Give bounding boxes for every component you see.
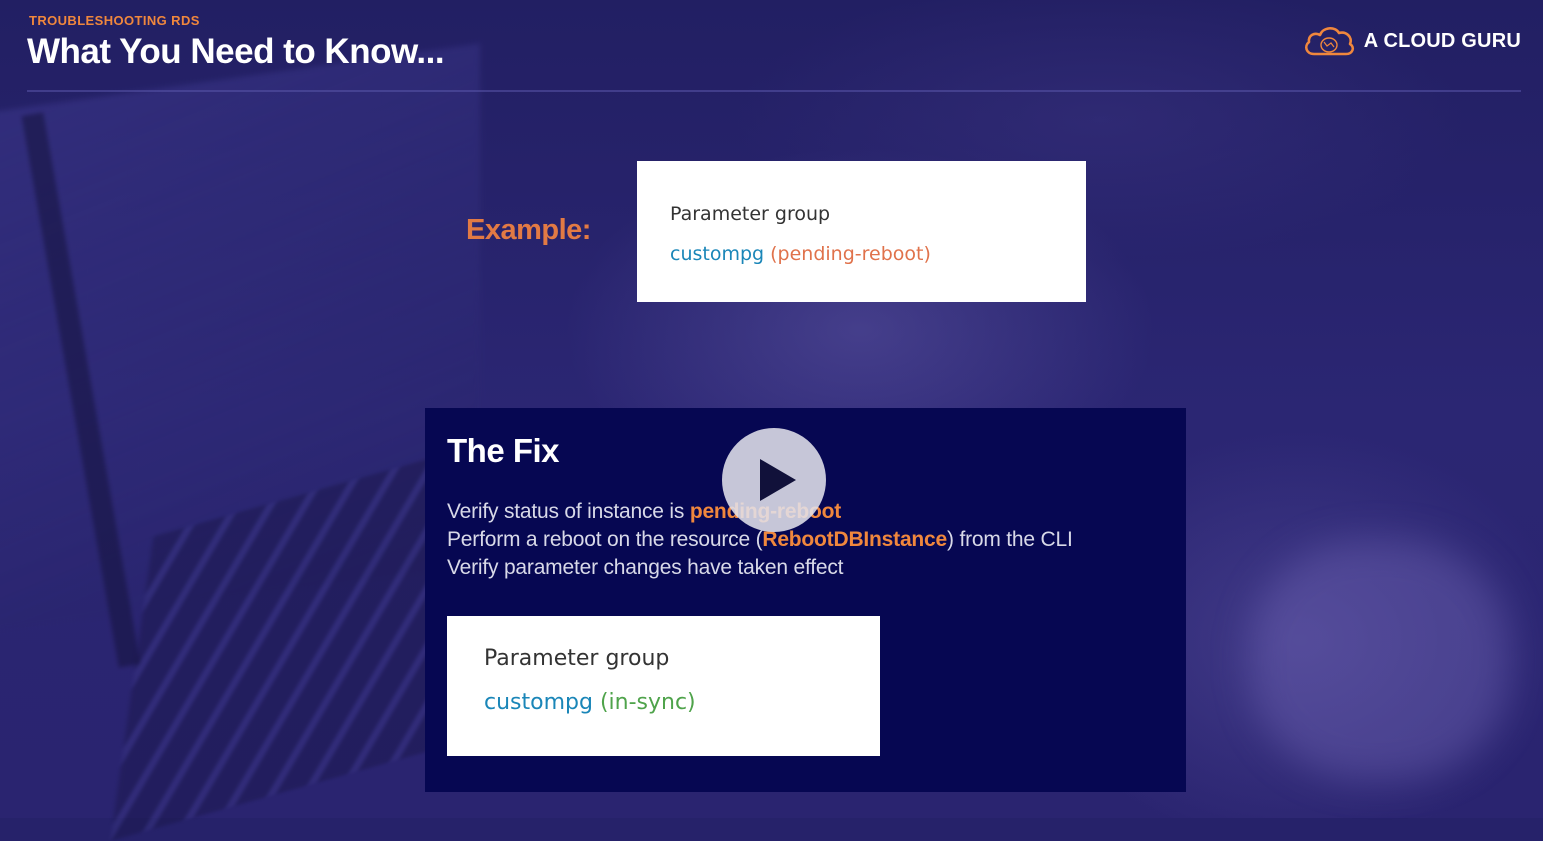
slide-header: TROUBLESHOOTING RDS What You Need to Kno…: [27, 12, 1521, 92]
section-eyebrow: TROUBLESHOOTING RDS: [29, 13, 200, 28]
fix-step-1-text: Verify status of instance is: [447, 500, 690, 523]
parameter-group-status: (in-sync): [599, 690, 696, 715]
cloud-logo-icon: [1304, 27, 1354, 56]
parameter-group-name: custompg: [670, 243, 765, 265]
parameter-group-card-fixed: Parameter group custompg (in-sync): [447, 616, 880, 756]
fix-step-2-highlight: RebootDBInstance: [762, 528, 948, 551]
fix-title: The Fix: [447, 432, 560, 469]
play-button[interactable]: [722, 428, 826, 532]
parameter-group-status: (pending-reboot): [770, 243, 931, 265]
parameter-group-card-example: Parameter group custompg (pending-reboot…: [637, 161, 1086, 302]
example-label: Example:: [466, 214, 591, 246]
play-icon: [760, 459, 796, 501]
fix-step-2-text: Perform a reboot on the resource (: [447, 528, 763, 551]
parameter-group-label: Parameter group: [484, 646, 670, 671]
slide-title: What You Need to Know...: [27, 32, 445, 71]
parameter-group-name: custompg: [484, 690, 593, 715]
parameter-group-value: custompg (in-sync): [484, 690, 696, 715]
fix-step-3: Verify parameter changes have taken effe…: [447, 556, 844, 579]
brand-logo: A CLOUD GURU: [1302, 24, 1521, 58]
fix-step-2-suffix: ) from the CLI: [947, 528, 1073, 551]
background-hand: [1250, 540, 1510, 780]
parameter-group-label: Parameter group: [670, 203, 831, 225]
brand-name: A CLOUD GURU: [1363, 29, 1521, 52]
parameter-group-value: custompg (pending-reboot): [670, 243, 931, 265]
